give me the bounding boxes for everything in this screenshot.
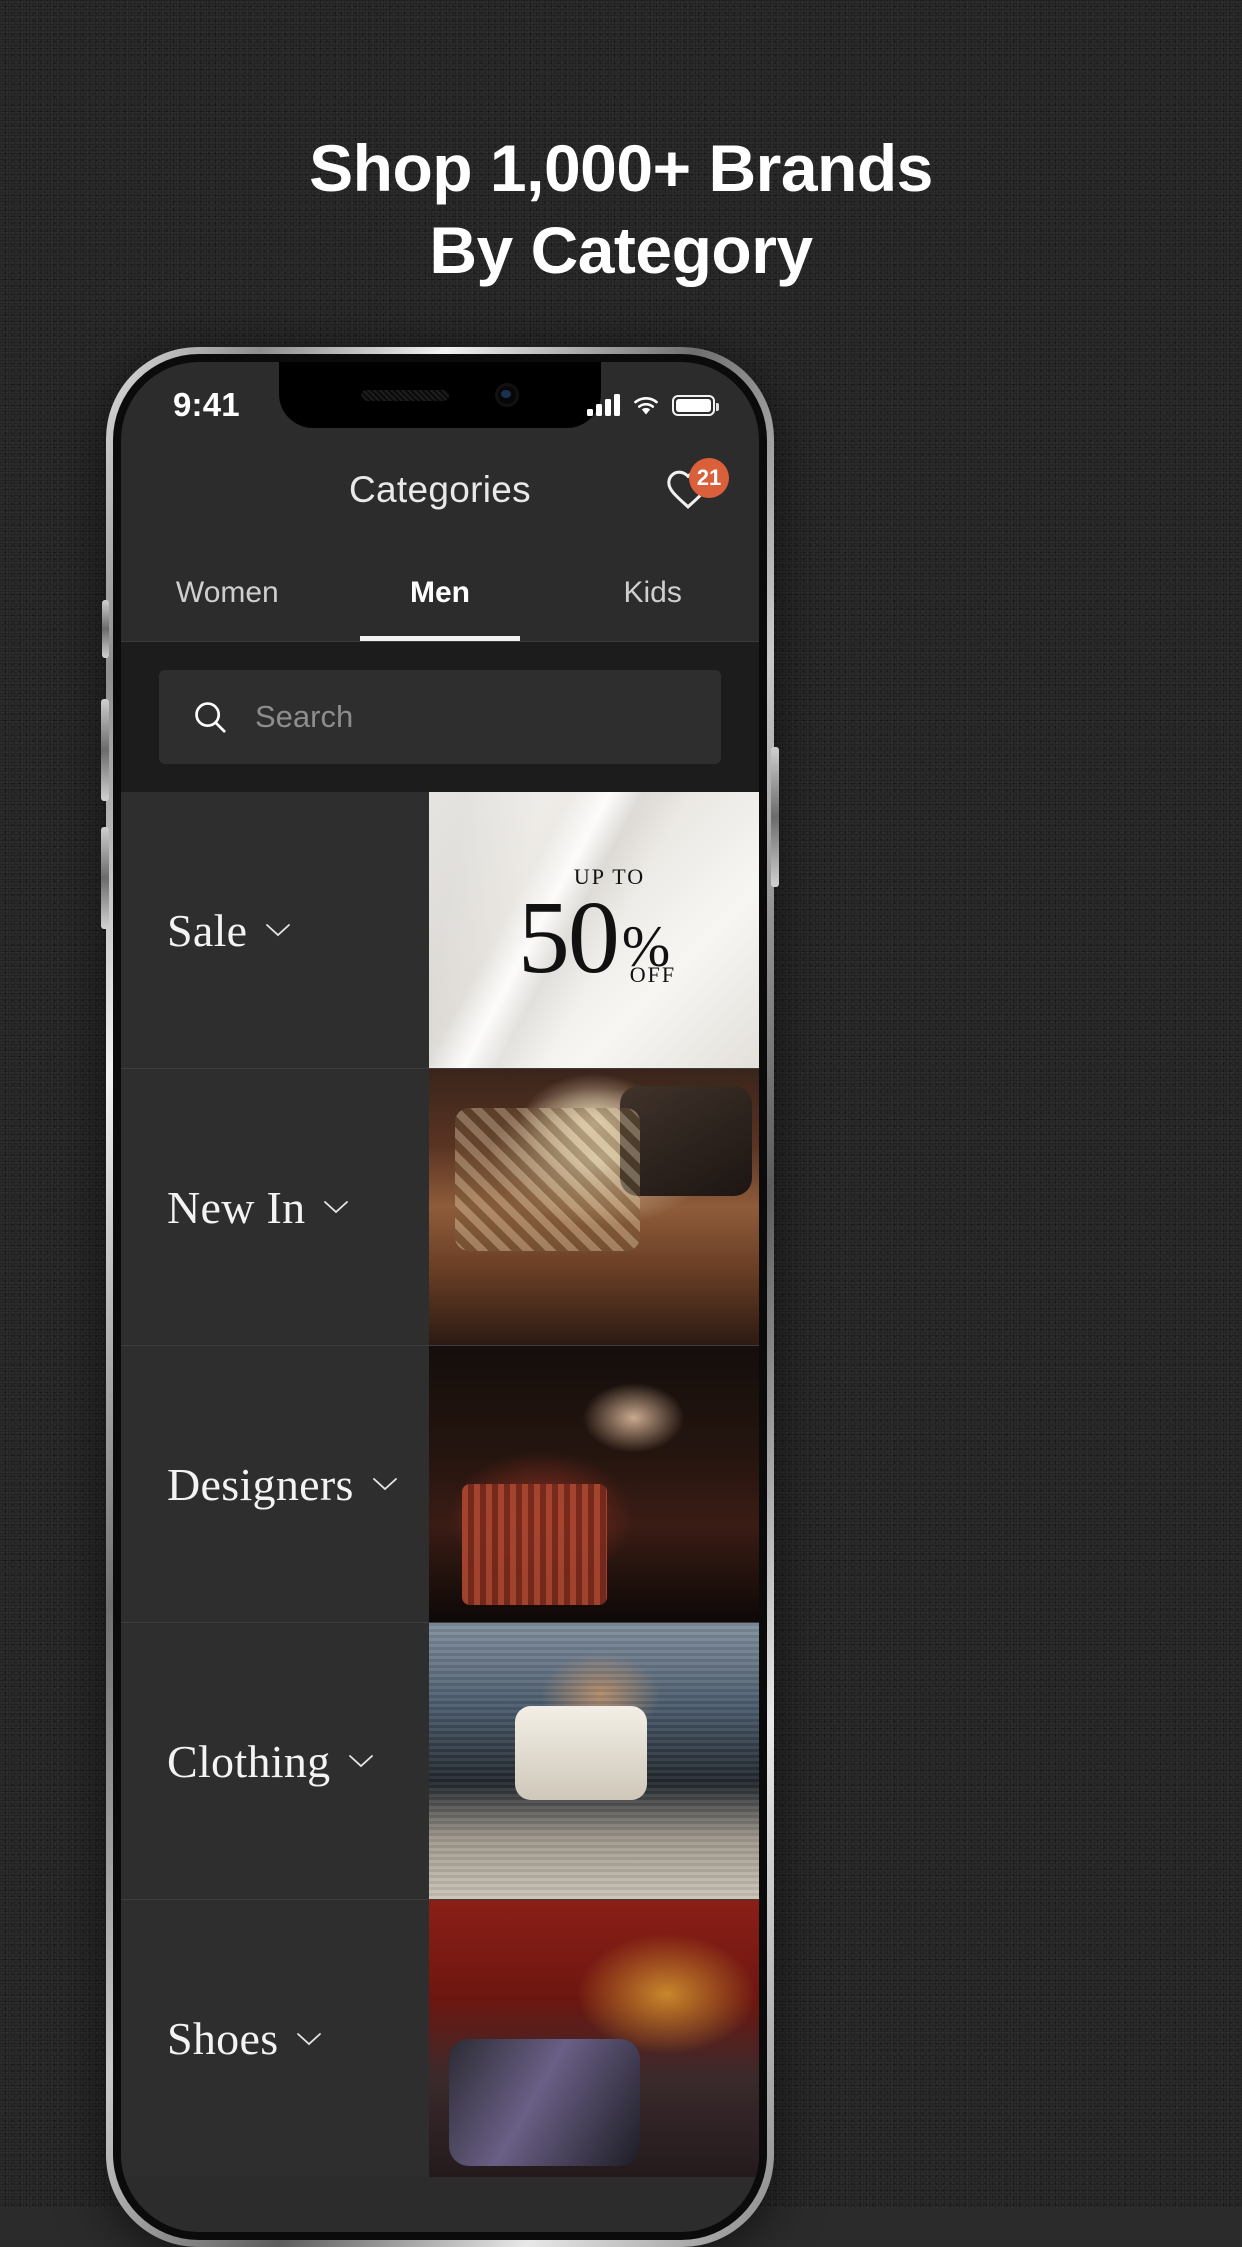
category-row-label-area[interactable]: New In [121, 1069, 429, 1345]
volume-up-button[interactable] [101, 699, 109, 801]
sale-promo-text: UP TO 50 % OFF [518, 866, 674, 990]
category-row-new-in[interactable]: New In [121, 1069, 759, 1346]
cellular-signal-icon [587, 394, 620, 416]
promo-heading: Shop 1,000+ Brands By Category [0, 128, 1242, 292]
promo-heading-line-1: Shop 1,000+ Brands [309, 131, 933, 205]
favorites-count-badge: 21 [689, 458, 729, 498]
chevron-down-icon [297, 2032, 322, 2045]
mens-sneakers-photo [429, 1900, 759, 2177]
category-thumbnail-new-in [429, 1069, 759, 1345]
favorites-button[interactable]: 21 [665, 458, 729, 518]
search-input[interactable]: Search [159, 670, 721, 764]
chevron-down-icon [349, 1755, 374, 1768]
mute-switch[interactable] [102, 600, 109, 658]
gender-tab-bar: Women Men Kids [121, 544, 759, 642]
mens-black-leather-photo [429, 1346, 759, 1622]
tab-women[interactable]: Women [121, 544, 334, 641]
category-row-sale[interactable]: Sale UP TO 50 % OFF [121, 792, 759, 1069]
phone-mockup: 9:41 Categories 21 Women Men Kids Search… [101, 347, 779, 2247]
mens-white-sweater-photo [429, 1623, 759, 1899]
category-thumbnail-sale: UP TO 50 % OFF [429, 792, 759, 1068]
search-section: Search [121, 642, 759, 792]
chevron-down-icon [266, 924, 291, 937]
tab-men[interactable]: Men [334, 544, 547, 641]
category-thumbnail-shoes [429, 1900, 759, 2177]
category-row-clothing[interactable]: Clothing [121, 1623, 759, 1900]
app-header: Categories 21 [121, 436, 759, 544]
category-label: Designers [167, 1458, 354, 1510]
category-row-label-area[interactable]: Shoes [121, 1900, 429, 2177]
tab-kids[interactable]: Kids [546, 544, 759, 641]
category-label: Sale [167, 904, 248, 956]
page-title: Categories [349, 469, 531, 510]
category-label: New In [167, 1181, 306, 1233]
category-row-label-area[interactable]: Designers [121, 1346, 429, 1622]
app-screen: 9:41 Categories 21 Women Men Kids Search… [121, 362, 759, 2232]
status-indicators [587, 394, 719, 416]
phone-bezel: 9:41 Categories 21 Women Men Kids Search… [121, 362, 759, 2232]
category-row-label-area[interactable]: Sale [121, 792, 429, 1068]
category-row-designers[interactable]: Designers [121, 1346, 759, 1623]
search-icon [195, 702, 226, 733]
wifi-icon [632, 395, 660, 416]
status-time: 9:41 [173, 386, 240, 423]
category-row-shoes[interactable]: Shoes [121, 1900, 759, 2177]
mens-plaid-jacket-photo [429, 1069, 759, 1345]
status-bar: 9:41 [121, 362, 759, 436]
sale-promo-tile: UP TO 50 % OFF [429, 792, 759, 1068]
category-label: Shoes [167, 2013, 279, 2064]
category-thumbnail-designers [429, 1346, 759, 1622]
chevron-down-icon [324, 1201, 349, 1214]
category-row-label-area[interactable]: Clothing [121, 1623, 429, 1899]
promo-up-to: UP TO [573, 864, 646, 889]
battery-full-icon [672, 394, 719, 416]
category-list[interactable]: Sale UP TO 50 % OFF New In Designers Clo… [121, 792, 759, 2232]
search-placeholder: Search [255, 699, 354, 734]
promo-off: OFF [629, 962, 677, 987]
power-button[interactable] [771, 747, 779, 887]
chevron-down-icon [372, 1478, 397, 1491]
category-thumbnail-clothing [429, 1623, 759, 1899]
category-label: Clothing [167, 1735, 331, 1787]
promo-heading-line-2: By Category [429, 212, 813, 287]
volume-down-button[interactable] [101, 827, 109, 929]
